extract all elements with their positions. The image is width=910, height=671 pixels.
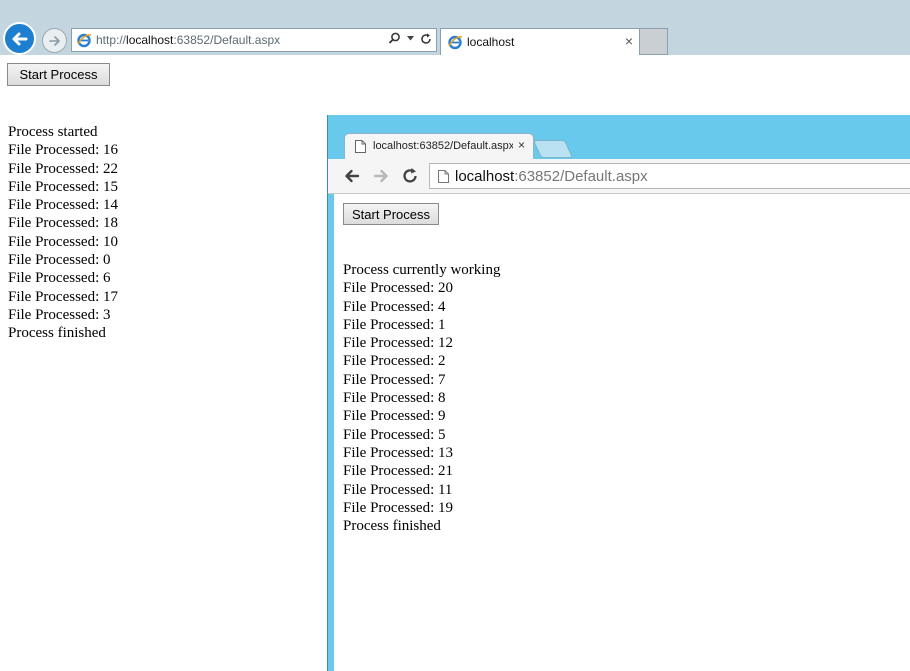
log-line: File Processed: 21 [343,463,453,480]
back-arrow-icon[interactable] [343,167,361,185]
log-line: File Processed: 5 [343,426,446,443]
log-line: File Processed: 10 [8,233,118,250]
chrome-tab-title: localhost:63852/Default.aspx [373,140,513,152]
log-line: File Processed: 4 [343,298,446,315]
log-line: File Processed: 13 [343,444,453,461]
log-line: File Processed: 17 [8,288,118,305]
chrome-tab[interactable]: localhost:63852/Default.aspx × [344,133,534,159]
log-line: File Processed: 9 [343,408,446,425]
ie-logo-icon [77,33,92,48]
ie-toolbar: http://localhost:63852/Default.aspx loca… [0,0,910,55]
log-line: File Processed: 22 [8,160,118,177]
log-line: File Processed: 16 [8,142,118,159]
ie-forward-button[interactable] [42,28,67,53]
chrome-window: localhost:63852/Default.aspx × localhost… [327,115,910,671]
log-line: File Processed: 3 [8,306,111,323]
log-line: Process finished [343,518,441,535]
start-process-button[interactable]: Start Process [7,63,110,86]
log-line: Process finished [8,325,106,342]
log-line: Process currently working [343,262,501,278]
ie-process-log: Process started File Processed: 16 File … [8,123,118,343]
dropdown-arrow-icon[interactable] [407,36,414,41]
log-line: File Processed: 15 [8,178,118,195]
log-line: File Processed: 18 [8,215,118,232]
ie-tab-title: localhost [467,35,515,49]
start-process-button[interactable]: Start Process [343,203,439,225]
page-icon [355,140,366,153]
refresh-icon[interactable] [401,167,419,185]
log-line: File Processed: 20 [343,280,453,297]
close-icon[interactable]: × [518,138,525,152]
log-line: File Processed: 2 [343,353,446,370]
chrome-address-bar[interactable]: localhost:63852/Default.aspx [429,163,910,189]
chrome-url-text: localhost:63852/Default.aspx [455,168,648,185]
ie-url-text: http://localhost:63852/Default.aspx [96,33,281,47]
refresh-icon[interactable] [420,33,432,45]
chrome-process-log: Process currently working File Processed… [343,261,500,535]
ie-address-bar[interactable]: http://localhost:63852/Default.aspx [71,28,437,52]
ie-back-button[interactable] [3,22,36,55]
log-line: File Processed: 12 [343,335,453,352]
log-line: Process started [8,124,98,140]
chrome-new-tab-button[interactable] [532,140,574,158]
page-icon [438,170,449,183]
log-line: File Processed: 11 [343,481,453,498]
log-line: File Processed: 14 [8,197,118,214]
log-line: File Processed: 8 [343,390,446,407]
ie-new-tab-button[interactable] [640,28,668,55]
back-arrow-icon [12,32,27,45]
log-line: File Processed: 0 [8,252,111,269]
log-line: File Processed: 7 [343,371,446,388]
log-line: File Processed: 6 [8,270,111,287]
chrome-toolbar: localhost:63852/Default.aspx [328,159,910,194]
log-line: File Processed: 19 [343,499,453,516]
log-line: File Processed: 1 [343,316,446,333]
chrome-page-content: Start Process Process currently working … [334,194,910,671]
ie-logo-icon [448,35,463,50]
forward-arrow-icon [48,35,60,46]
forward-arrow-icon[interactable] [372,167,390,185]
ie-tab[interactable]: localhost × [440,28,640,55]
close-icon[interactable]: × [625,33,633,49]
search-icon[interactable] [388,32,401,45]
